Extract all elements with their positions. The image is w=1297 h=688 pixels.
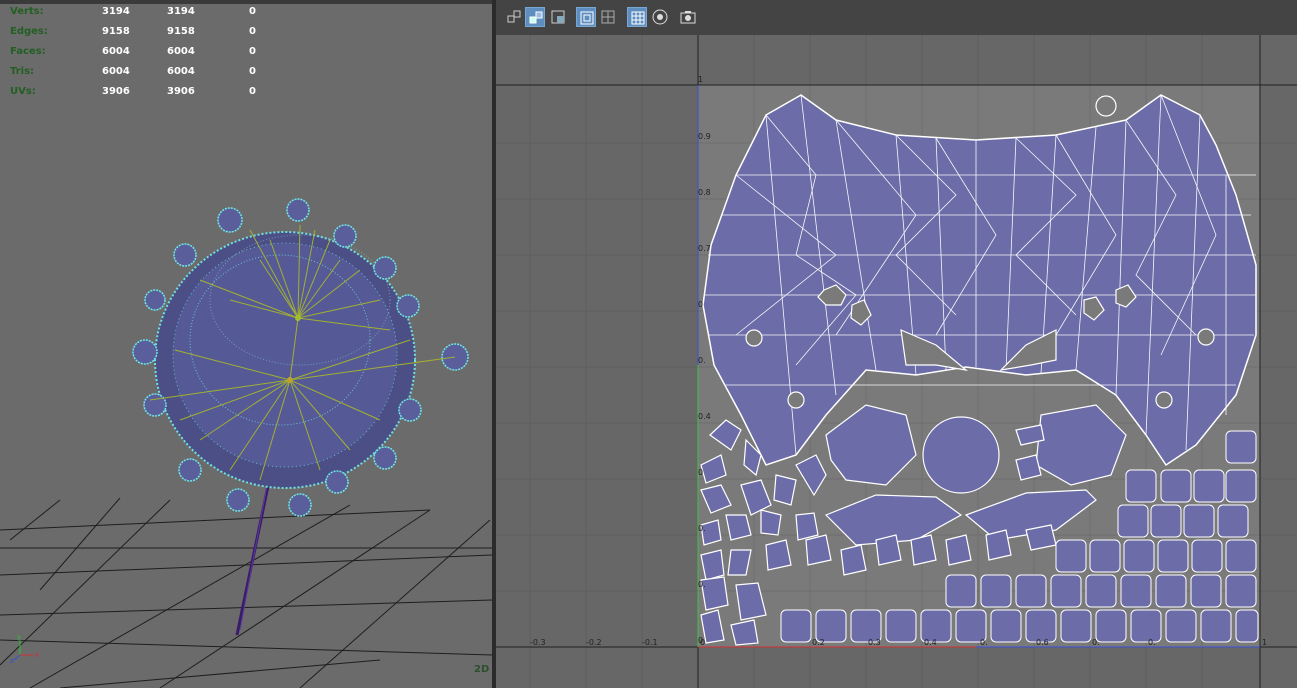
uv-tick-v: 0. [698, 356, 706, 365]
perspective-viewport[interactable]: y x z Verts: 3194 3194 0 Edges: 9158 915… [0, 0, 492, 688]
hud-row-edges: Edges: 9158 9158 0 [10, 26, 310, 46]
uv-tick-v: 0.7 [698, 244, 711, 253]
uv-checker-icon[interactable] [650, 7, 670, 27]
hud-value-selected: 3906 [167, 86, 195, 97]
hud-row-tris: Tris: 6004 6004 0 [10, 66, 310, 86]
hud-value-selected: 6004 [167, 46, 195, 57]
axis-label-x: x [35, 651, 39, 659]
uv-tick-v: 0 [698, 300, 704, 309]
uv-tick-h: -0.3 [530, 638, 546, 647]
uv-canvas[interactable]: 1 0.9 0.8 0.7 0 0. 0.4 0 0. 0. 0 -0.3 -0… [496, 35, 1297, 688]
uv-shade-icon[interactable] [548, 7, 568, 27]
uv-shell-icon[interactable] [504, 7, 524, 27]
hud-value-object: 3906 [102, 86, 130, 97]
uv-tick-v: 0. [698, 580, 706, 589]
hud-value-object: 6004 [102, 66, 130, 77]
uv-editor-toolbar [496, 0, 1297, 35]
hud-value-object: 9158 [102, 26, 130, 37]
hud-value-component: 0 [249, 86, 256, 97]
uv-tick-h: 0.4 [924, 638, 937, 647]
uv-tick-h: -0.1 [642, 638, 658, 647]
uv-tick-h: 0.2 [812, 638, 825, 647]
hud-value-component: 0 [249, 66, 256, 77]
uv-tick-v: 0. [698, 524, 706, 533]
uv-tick-h: 0 [700, 638, 706, 647]
hud-value-selected: 9158 [167, 26, 195, 37]
axis-label-z: z [10, 657, 14, 665]
uv-grid-icon[interactable] [627, 7, 647, 27]
pan-zoom-2d-label: 2D [474, 664, 490, 675]
hud-value-selected: 3194 [167, 6, 195, 17]
uv-tick-h: 0.6 [1036, 638, 1049, 647]
hud-label: Tris: [10, 66, 35, 77]
uv-pixel-snap-icon[interactable] [598, 7, 618, 27]
hud-label: UVs: [10, 86, 36, 97]
uv-frame-icon[interactable] [576, 7, 596, 27]
uv-tick-v: 0.9 [698, 132, 711, 141]
uv-editor-panel: 1 0.9 0.8 0.7 0 0. 0.4 0 0. 0. 0 -0.3 -0… [496, 0, 1297, 688]
uv-snapshot-icon[interactable] [678, 7, 698, 27]
uv-tick-h: 0. [1092, 638, 1100, 647]
uv-tick-h: 0.3 [868, 638, 881, 647]
virus-mesh[interactable] [132, 198, 469, 517]
uv-tick-v: 0 [698, 468, 704, 477]
axis-gizmo [13, 640, 33, 661]
uv-layout [496, 35, 1297, 688]
hud-value-object: 3194 [102, 6, 130, 17]
uv-tick-v: 0.8 [698, 188, 711, 197]
hud-label: Edges: [10, 26, 48, 37]
uv-tick-h: 0. [1148, 638, 1156, 647]
uv-select-icon[interactable] [525, 7, 545, 27]
hud-value-selected: 6004 [167, 66, 195, 77]
uv-tick-h: 1 [1262, 638, 1268, 647]
hud-value-component: 0 [249, 46, 256, 57]
uv-tick-v: 1 [698, 75, 704, 84]
hud-value-component: 0 [249, 26, 256, 37]
hud-row-uvs: UVs: 3906 3906 0 [10, 86, 310, 106]
hud-label: Verts: [10, 6, 44, 17]
hud-label: Faces: [10, 46, 46, 57]
hud-value-component: 0 [249, 6, 256, 17]
hud-row-faces: Faces: 6004 6004 0 [10, 46, 310, 66]
axis-label-y: y [17, 633, 21, 641]
uv-tick-h: 0. [980, 638, 988, 647]
hud-row-verts: Verts: 3194 3194 0 [10, 6, 310, 26]
uv-tick-h: -0.2 [586, 638, 602, 647]
hud-value-object: 6004 [102, 46, 130, 57]
uv-tick-v: 0.4 [698, 412, 711, 421]
